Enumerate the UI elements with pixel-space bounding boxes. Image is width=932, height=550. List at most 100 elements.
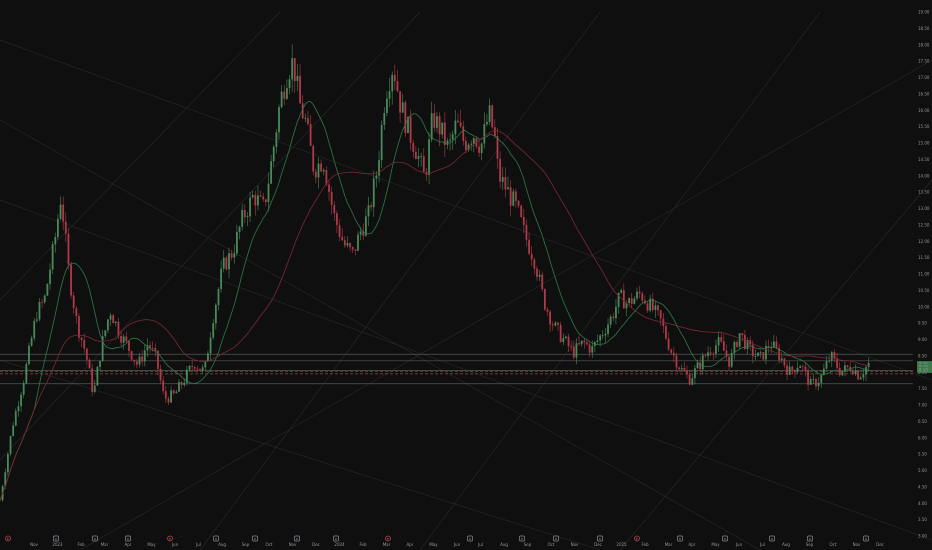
candle-body — [422, 156, 425, 172]
candle-body — [433, 113, 436, 128]
candle-body — [788, 366, 791, 375]
candle-body — [217, 289, 220, 305]
candle-body — [607, 324, 609, 334]
candle-body — [209, 337, 212, 354]
candle-body — [791, 366, 794, 370]
candle-body — [293, 58, 296, 82]
x-tick-label: 2024 — [334, 542, 345, 547]
candle-body — [38, 302, 41, 320]
candle-body — [754, 356, 757, 357]
candle-body — [67, 233, 70, 265]
candle-body — [375, 175, 378, 179]
price-chart[interactable]: 19.00 18.50 18.00 17.50 17.00 16.50 16.00 15.50… — [0, 0, 932, 550]
x-tick-label: Sep — [806, 542, 814, 547]
candle-body — [578, 343, 580, 345]
candle-body — [562, 338, 565, 343]
candle-body — [851, 370, 854, 375]
candle-body — [493, 127, 496, 137]
candle-body — [812, 379, 815, 380]
candle-body — [49, 269, 51, 284]
y-tick-label: 10.00 — [918, 304, 930, 309]
candle-body — [862, 374, 865, 378]
candle-body — [554, 322, 557, 326]
candle-body — [491, 105, 494, 128]
candle-body — [283, 91, 286, 99]
candle-body — [264, 199, 267, 203]
y-tick-label: 6.50 — [918, 419, 927, 424]
candle-body — [622, 290, 625, 309]
candle-body — [80, 337, 83, 340]
candle-body — [399, 91, 401, 113]
candle-body — [759, 352, 762, 353]
candle-body — [772, 341, 775, 348]
candle-body — [212, 323, 215, 338]
candle-body — [238, 226, 241, 232]
candle-body — [712, 353, 715, 355]
chart-background — [0, 0, 932, 550]
candle-body — [707, 352, 709, 357]
candle-body — [604, 333, 607, 336]
candle-body — [428, 139, 430, 176]
candle-body — [272, 146, 275, 162]
candle-body — [359, 231, 362, 235]
candle-body — [320, 163, 323, 172]
candle-body — [151, 347, 154, 349]
candle-body — [486, 121, 488, 125]
candle-body — [288, 79, 291, 89]
x-tick-label: May — [711, 542, 720, 547]
candle-body — [243, 209, 246, 218]
x-tick-label: Feb — [359, 542, 367, 547]
event-marker-label[interactable]: E — [169, 537, 171, 541]
y-tick-label: 3.00 — [918, 534, 927, 539]
candle-body — [164, 391, 167, 399]
candle-body — [70, 264, 72, 296]
candle-body — [172, 390, 175, 394]
x-tick-label: Oct — [830, 542, 837, 547]
candle-body — [201, 367, 204, 371]
candle-body — [343, 240, 346, 246]
candle-body — [383, 113, 386, 125]
candle-body — [817, 382, 820, 387]
candle-body — [9, 435, 12, 454]
x-tick-label: Jul — [477, 542, 483, 547]
candle-body — [796, 367, 799, 373]
candle-body — [728, 356, 731, 367]
candle-body — [546, 309, 549, 312]
event-marker-label[interactable]: E — [7, 537, 9, 541]
x-tick-label: Jun — [735, 542, 743, 547]
candle-body — [317, 163, 320, 178]
x-tick-label: Jun — [453, 542, 461, 547]
y-tick-label: 5.50 — [918, 452, 927, 457]
candle-body — [112, 315, 115, 324]
candle-body — [638, 291, 641, 294]
y-tick-label: 6.00 — [918, 435, 927, 440]
event-marker-label[interactable]: E — [636, 537, 638, 541]
candle-body — [836, 358, 838, 368]
candle-body — [278, 107, 280, 133]
candle-body — [75, 308, 78, 317]
candle-body — [762, 352, 765, 360]
x-tick-label: Jul — [195, 542, 201, 547]
candle-body — [438, 116, 441, 135]
x-tick-label: Feb — [641, 542, 649, 547]
candle-body — [17, 406, 20, 412]
event-marker-label[interactable]: E — [387, 537, 389, 541]
candle-body — [865, 367, 867, 375]
candle-body — [83, 339, 86, 349]
candle-body — [380, 124, 383, 161]
x-tick-label: Aug — [218, 542, 226, 547]
candle-body — [478, 146, 480, 153]
candle-body — [538, 274, 541, 277]
candle-body — [0, 499, 1, 501]
candle-body — [730, 353, 733, 367]
x-tick-label: Apr — [125, 542, 132, 547]
candle-body — [167, 398, 170, 403]
candle-body — [336, 213, 338, 226]
y-tick-label: 7.00 — [918, 403, 927, 408]
candle-body — [333, 205, 336, 214]
candle-body — [246, 216, 249, 218]
candle-body — [96, 366, 99, 386]
candle-body — [180, 382, 183, 386]
x-tick-label: Nov — [853, 542, 861, 547]
candle-body — [583, 340, 586, 343]
